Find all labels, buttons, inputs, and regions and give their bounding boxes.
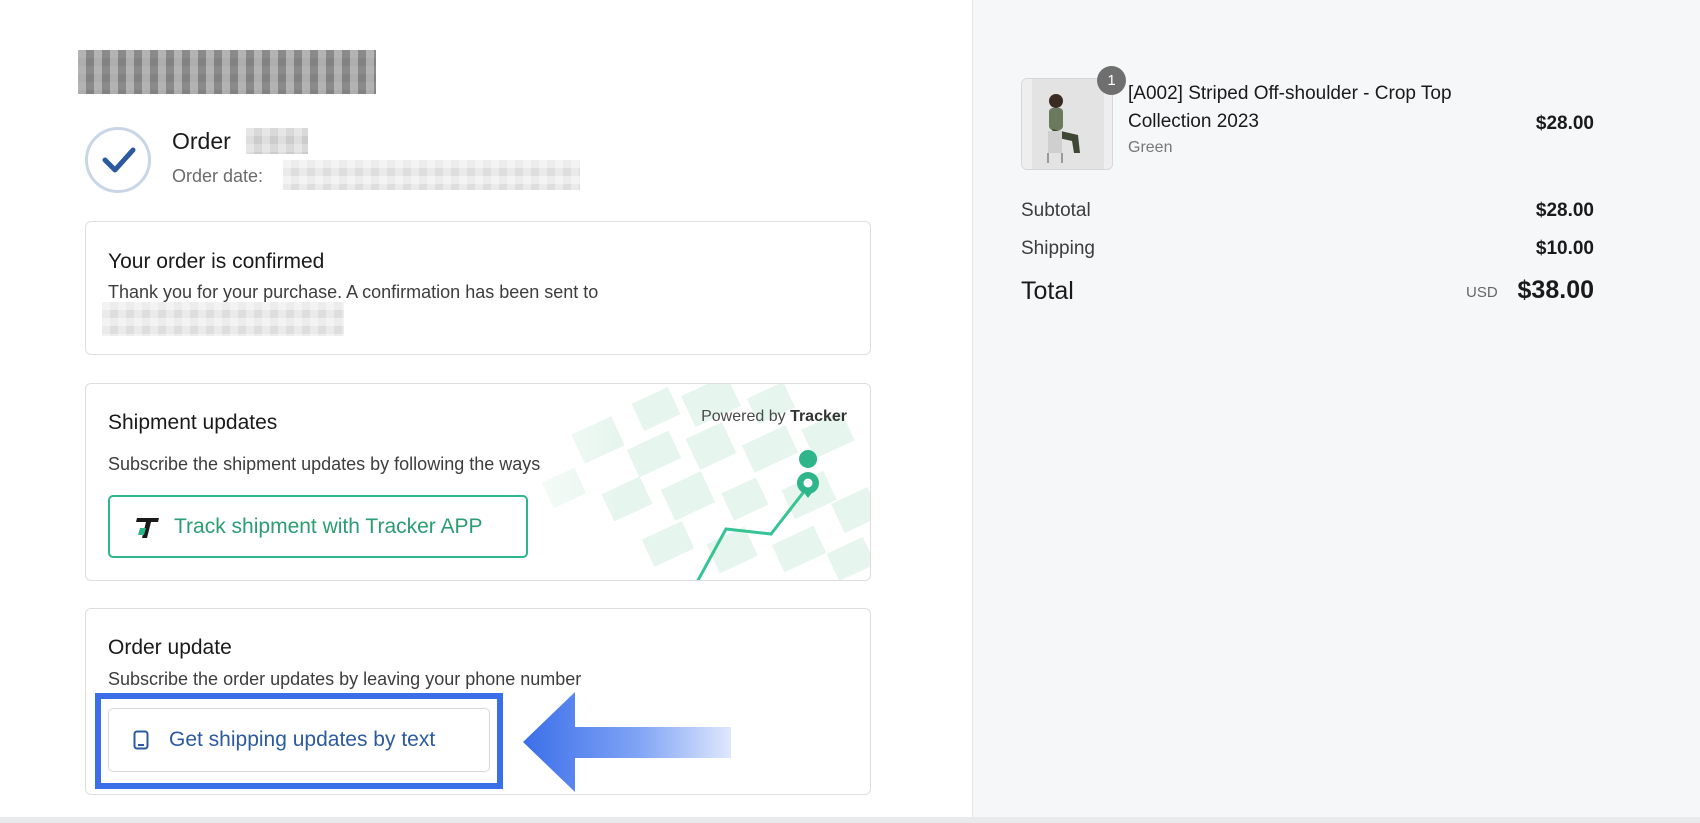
total-label: Total: [1021, 277, 1074, 305]
shipment-updates-description: Subscribe the shipment updates by follow…: [108, 454, 541, 474]
total-value: $38.00: [1517, 276, 1594, 304]
track-shipment-button[interactable]: Track shipment with Tracker APP: [108, 495, 528, 558]
subtotal-label: Subtotal: [1021, 200, 1091, 221]
order-confirmed-title: Your order is confirmed: [108, 250, 325, 273]
order-update-description: Subscribe the order updates by leaving y…: [108, 669, 582, 689]
order-title: Order: [172, 128, 231, 155]
shipment-updates-title: Shipment updates: [108, 411, 278, 434]
order-date-label: Order date:: [172, 166, 264, 186]
order-confirmed-message: Thank you for your purchase. A confirmat…: [108, 282, 599, 302]
quantity-badge: 1: [1097, 66, 1126, 95]
shipping-label: Shipping: [1021, 238, 1095, 259]
order-label: Order: [172, 128, 231, 154]
product-price: $28.00: [1535, 113, 1594, 134]
powered-by-tracker: Powered by Tracker: [701, 408, 847, 426]
powered-by-brand: Tracker: [790, 408, 847, 425]
order-update-title: Order update: [108, 636, 232, 659]
redacted-shop-name: [78, 50, 376, 94]
powered-by-prefix: Powered by: [701, 408, 786, 425]
shipment-updates-card: Shipment updates Subscribe the shipment …: [85, 383, 871, 581]
order-confirmed-card: Your order is confirmed Thank you for yo…: [85, 221, 871, 355]
product-thumbnail: [1021, 78, 1113, 170]
order-status-panel: Order Order date: Your order is confirme…: [0, 0, 972, 823]
pointer-arrow-icon: [523, 692, 731, 792]
redacted-order-number: [246, 128, 308, 154]
order-confirmed-check-icon: [85, 127, 151, 193]
track-shipment-button-label: Track shipment with Tracker APP: [174, 514, 483, 538]
redacted-order-date: [283, 160, 580, 190]
shipping-value: $10.00: [1535, 238, 1594, 259]
product-name: [A002] Striped Off-shoulder - Crop Top C…: [1128, 83, 1452, 132]
phone-icon: [133, 730, 149, 750]
sms-updates-button[interactable]: Get shipping updates by text: [108, 708, 490, 772]
redacted-email: [102, 302, 344, 336]
tracker-t-icon: [136, 517, 159, 538]
total-currency: USD: [1466, 284, 1498, 301]
product-variant: Green: [1128, 139, 1173, 156]
subtotal-value: $28.00: [1535, 200, 1594, 221]
sms-updates-button-label: Get shipping updates by text: [169, 728, 436, 751]
bottom-divider: [0, 817, 1700, 823]
